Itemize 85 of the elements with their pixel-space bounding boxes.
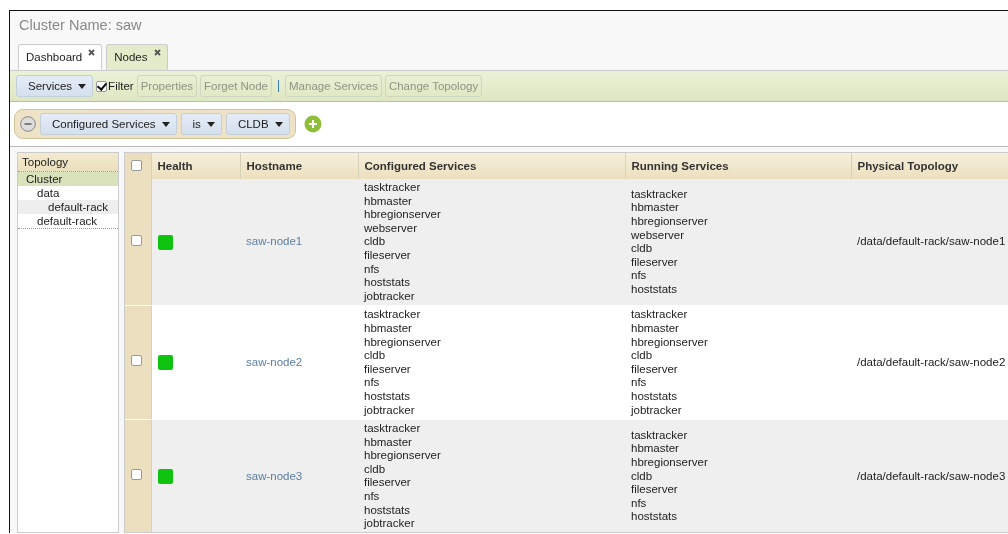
service-name: hoststats (364, 276, 412, 290)
caret-icon (78, 83, 87, 89)
service-name: hbmaster (631, 442, 680, 457)
hostname-link[interactable]: saw-node3 (246, 469, 303, 482)
service-name: fileserver (364, 248, 412, 263)
column-header[interactable]: Hostname (240, 153, 358, 179)
service-name: hbregionserver (364, 335, 442, 350)
service-name: tasktracker (364, 422, 422, 436)
filter-label[interactable]: Filter (108, 80, 134, 92)
service-name: hoststats (631, 510, 679, 525)
add-icon[interactable] (303, 115, 322, 133)
service-name: hbregionserver (364, 449, 442, 463)
tree-item[interactable]: data (18, 186, 118, 200)
service-name: fileserver (364, 362, 412, 377)
caret-icon (206, 121, 215, 127)
service-name: nfs (631, 269, 648, 283)
hostname-link[interactable]: saw-node2 (246, 355, 303, 368)
service-name: webserver (364, 221, 419, 236)
service-name: jobtracker (631, 403, 683, 418)
row-checkbox[interactable] (131, 355, 142, 367)
service-name: nfs (631, 376, 648, 390)
service-name: nfs (364, 490, 381, 504)
service-name: nfs (364, 262, 381, 277)
service-name: hbmaster (364, 435, 413, 450)
service-name: tasktracker (364, 181, 422, 195)
service-name: tasktracker (364, 308, 422, 322)
service-name: hbmaster (364, 321, 413, 336)
column-header[interactable]: Physical Topology (851, 153, 1008, 179)
service-name: cldb (631, 469, 654, 484)
services-dropdown[interactable]: Services (16, 75, 94, 97)
service-name: jobtracker (364, 289, 416, 304)
filter-checkbox[interactable] (96, 80, 108, 92)
service-name: tasktracker (631, 308, 689, 322)
service-name: fileserver (631, 483, 679, 497)
tree-item[interactable]: Cluster (18, 172, 118, 186)
tab[interactable]: Nodes (106, 44, 168, 70)
hostname-link[interactable]: saw-node1 (246, 235, 303, 248)
caret-icon (161, 121, 170, 127)
service-name: hbregionserver (631, 215, 709, 229)
close-icon[interactable] (88, 49, 96, 56)
service-name: nfs (631, 496, 648, 511)
service-name: jobtracker (364, 403, 416, 418)
service-name: hbregionserver (631, 335, 709, 350)
topology-path: /data/default-rack/saw-node1 (857, 235, 1006, 248)
service-name: hbmaster (631, 321, 680, 336)
select-all-checkbox[interactable] (131, 159, 142, 171)
service-name: cldb (364, 349, 387, 363)
tab[interactable]: Dashboard (18, 44, 103, 70)
service-name: hoststats (364, 503, 412, 518)
topology-path: /data/default-rack/saw-node3 (857, 469, 1006, 482)
service-name: tasktracker (631, 187, 689, 202)
service-name: webserver (631, 228, 686, 243)
column-header[interactable]: Running Services (625, 153, 851, 179)
service-name: jobtracker (364, 517, 416, 531)
service-name: cldb (364, 462, 387, 477)
topology-path: /data/default-rack/saw-node2 (857, 355, 1006, 368)
row-checkbox[interactable] (131, 469, 142, 481)
remove-icon[interactable] (20, 116, 36, 132)
service-name: tasktracker (631, 428, 689, 443)
value-dropdown[interactable]: CLDB (225, 113, 290, 135)
service-name: cldb (364, 235, 387, 249)
service-name: fileserver (364, 476, 412, 491)
close-icon[interactable] (153, 49, 161, 56)
service-name: nfs (364, 376, 381, 390)
service-name: cldb (631, 242, 654, 256)
row-checkbox[interactable] (131, 234, 142, 246)
service-name: hbmaster (364, 194, 413, 209)
column-header[interactable]: Health (151, 153, 240, 179)
service-name: cldb (631, 349, 654, 363)
cluster-name: Cluster Name: saw (19, 17, 142, 33)
tree-item[interactable]: default-rack (18, 214, 118, 228)
service-name: hoststats (364, 389, 412, 404)
column-header[interactable]: Configured Services (358, 153, 625, 179)
operator-dropdown[interactable]: is (180, 113, 222, 135)
service-name: fileserver (631, 362, 679, 377)
service-name: hbregionserver (364, 208, 442, 222)
topology-title: Topology (18, 153, 118, 172)
service-name: fileserver (631, 255, 679, 270)
service-name: hoststats (631, 389, 679, 404)
service-name: hoststats (631, 282, 679, 297)
tree-item[interactable]: default-rack (18, 200, 118, 214)
caret-icon (274, 121, 283, 127)
field-dropdown[interactable]: Configured Services (40, 113, 177, 135)
service-name: hbmaster (631, 201, 680, 215)
service-name: hbregionserver (631, 456, 709, 470)
